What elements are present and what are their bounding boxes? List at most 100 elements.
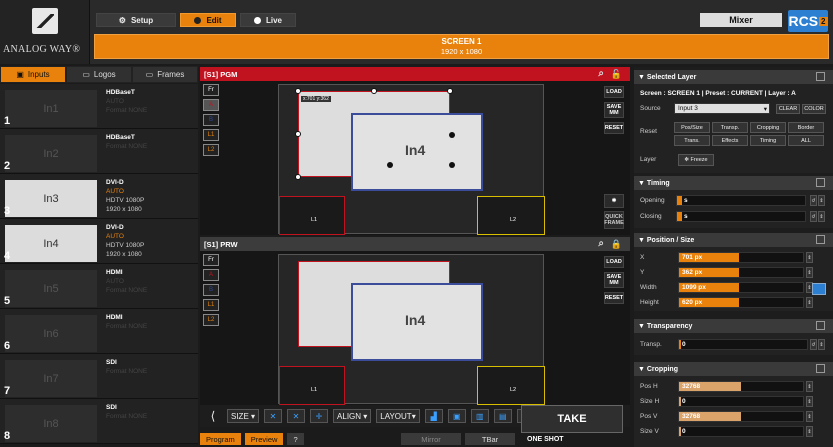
input-row[interactable]: In8 8 SDI Format NONE — [0, 399, 198, 444]
input-row[interactable]: In6 6 HDMI Format NONE — [0, 309, 198, 354]
value-stepper[interactable]: ⇕ — [806, 411, 813, 422]
pgm-layer-button[interactable]: A — [203, 99, 219, 111]
doc-icon[interactable] — [816, 72, 825, 81]
value-field[interactable]: 701 px — [678, 252, 804, 263]
value-field[interactable]: 362 px — [678, 267, 804, 278]
distribute-icon[interactable]: ▥ — [470, 409, 489, 423]
tab-live[interactable]: Live — [240, 13, 296, 27]
doc-icon[interactable] — [816, 321, 825, 330]
reset-possize-button[interactable]: Pos/Size — [674, 122, 710, 133]
prw-layer-button[interactable]: B — [203, 284, 219, 296]
pgm-canvas[interactable]: L1 L2 In4 — [278, 84, 545, 235]
value-stepper[interactable]: ⇕ — [806, 267, 813, 278]
tab-inputs[interactable]: ▣ Inputs — [0, 66, 66, 83]
tab-logos[interactable]: ▭ Logos — [66, 66, 132, 83]
prw-layer-button[interactable]: L1 — [203, 299, 219, 311]
value-field[interactable]: 0 — [678, 396, 804, 407]
value-stepper[interactable]: ⇕ — [806, 297, 813, 308]
input-thumbnail[interactable]: In5 — [5, 270, 97, 307]
tab-frames[interactable]: ▭ Frames — [132, 66, 198, 83]
screen-selector[interactable]: SCREEN 1 1920 x 1080 — [94, 34, 829, 59]
reset-cropping-button[interactable]: Cropping — [750, 122, 786, 133]
preview-button[interactable]: Preview — [244, 433, 284, 445]
prw-layer-l1[interactable]: L1 — [279, 366, 345, 405]
reset-button[interactable]: RESET — [604, 292, 624, 304]
input-thumbnail[interactable]: In6 — [5, 315, 97, 352]
reset-border-button[interactable]: Border — [788, 122, 824, 133]
aspect-lock-icon[interactable] — [812, 283, 826, 295]
input-row[interactable]: In7 7 SDI Format NONE — [0, 354, 198, 399]
lock-icon[interactable]: 🔒 — [611, 239, 622, 250]
prw-layer-button[interactable]: A — [203, 269, 219, 281]
transp-spinner[interactable]: ↺ — [810, 339, 817, 350]
doc-icon[interactable] — [816, 178, 825, 187]
shrink-icon[interactable]: ✕ — [264, 409, 283, 423]
resize-handle[interactable] — [387, 162, 393, 168]
resize-handle[interactable] — [449, 162, 455, 168]
load-button[interactable]: LOAD — [604, 256, 624, 268]
resize-handle[interactable] — [295, 131, 301, 137]
layer-front-icon[interactable]: ▟ — [424, 409, 443, 423]
clear-button[interactable]: CLEAR — [776, 104, 800, 114]
value-field[interactable]: 1099 px — [678, 282, 804, 293]
reset-effects-button[interactable]: Effects — [712, 135, 748, 146]
prw-layer-button[interactable]: L2 — [203, 314, 219, 326]
value-stepper[interactable]: ⇕ — [806, 396, 813, 407]
pgm-layer-button[interactable]: B — [203, 114, 219, 126]
layer-back-icon[interactable]: ▣ — [447, 409, 466, 423]
selected-layer-header[interactable]: ▼ Selected Layer — [634, 70, 833, 84]
transp-stepper[interactable]: ⇕ — [818, 339, 825, 350]
value-field[interactable]: 32768 — [678, 381, 804, 392]
reset-trans-button[interactable]: Trans. — [674, 135, 710, 146]
pgm-layer-button[interactable]: Fr — [203, 84, 219, 96]
take-button[interactable]: TAKE — [521, 405, 623, 433]
reset-all-button[interactable]: ALL — [788, 135, 824, 146]
color-button[interactable]: COLOR — [802, 104, 826, 114]
source-select[interactable]: Input 3 ▾ — [674, 103, 770, 114]
program-button[interactable]: Program — [200, 433, 241, 445]
mixer-button[interactable]: Mixer — [700, 13, 782, 27]
pgm-layer-button[interactable]: L1 — [203, 129, 219, 141]
value-field[interactable]: 0 — [678, 426, 804, 437]
chevron-left-icon[interactable]: ⟨ — [204, 409, 222, 423]
prw-canvas[interactable]: L1 L2 In4 — [278, 254, 545, 405]
pgm-layer-l2[interactable]: L2 — [477, 196, 545, 235]
input-thumbnail[interactable]: In8 — [5, 405, 97, 442]
resize-handle[interactable] — [295, 88, 301, 94]
search-icon[interactable]: ⌕ — [598, 238, 604, 249]
layout-dropdown[interactable]: LAYOUT▾ — [376, 409, 420, 423]
save-mm-button[interactable]: SAVE MM — [604, 102, 624, 118]
input-thumbnail[interactable]: In2 — [5, 135, 97, 172]
size-dropdown[interactable]: SIZE ▾ — [227, 409, 260, 423]
resize-handle[interactable] — [295, 174, 301, 180]
pgm-layer-b[interactable]: In4 — [351, 113, 483, 191]
doc-icon[interactable] — [816, 235, 825, 244]
transp-field[interactable]: 0 — [678, 339, 808, 350]
tab-edit[interactable]: Edit — [180, 13, 236, 27]
closing-field[interactable]: s — [676, 211, 806, 222]
input-row[interactable]: In1 1 HDBaseT AUTO Format NONE — [0, 84, 198, 129]
input-thumbnail[interactable]: In3 — [5, 180, 97, 217]
pgm-layer-button[interactable]: L2 — [203, 144, 219, 156]
search-icon[interactable]: ⌕ — [598, 68, 604, 79]
opening-spinner[interactable]: ↺ — [810, 195, 817, 206]
input-row[interactable]: In4 4 DVI-D AUTO HDTV 1080P 1920 x 1080 — [0, 219, 198, 264]
help-icon[interactable]: ? — [287, 433, 304, 445]
opening-stepper[interactable]: ⇕ — [818, 195, 825, 206]
center-icon[interactable]: ✛ — [310, 409, 329, 423]
reset-button[interactable]: RESET — [604, 122, 624, 134]
pgm-layer-l1[interactable]: L1 — [279, 196, 345, 235]
closing-spinner[interactable]: ↺ — [810, 211, 817, 222]
value-stepper[interactable]: ⇕ — [806, 381, 813, 392]
quick-frame-button[interactable]: QUICK FRAME — [604, 211, 624, 229]
reset-timing-button[interactable]: Timing — [750, 135, 786, 146]
resize-handle[interactable] — [447, 88, 453, 94]
opening-field[interactable]: s — [676, 195, 806, 206]
transparency-header[interactable]: ▼ Transparency — [634, 319, 833, 333]
value-stepper[interactable]: ⇕ — [806, 252, 813, 263]
fit-icon[interactable]: ▤ — [493, 409, 512, 423]
settings-icon[interactable]: ✱ — [604, 194, 624, 208]
tbar-button[interactable]: TBar — [465, 433, 515, 445]
value-field[interactable]: 32768 — [678, 411, 804, 422]
value-field[interactable]: 620 px — [678, 297, 804, 308]
